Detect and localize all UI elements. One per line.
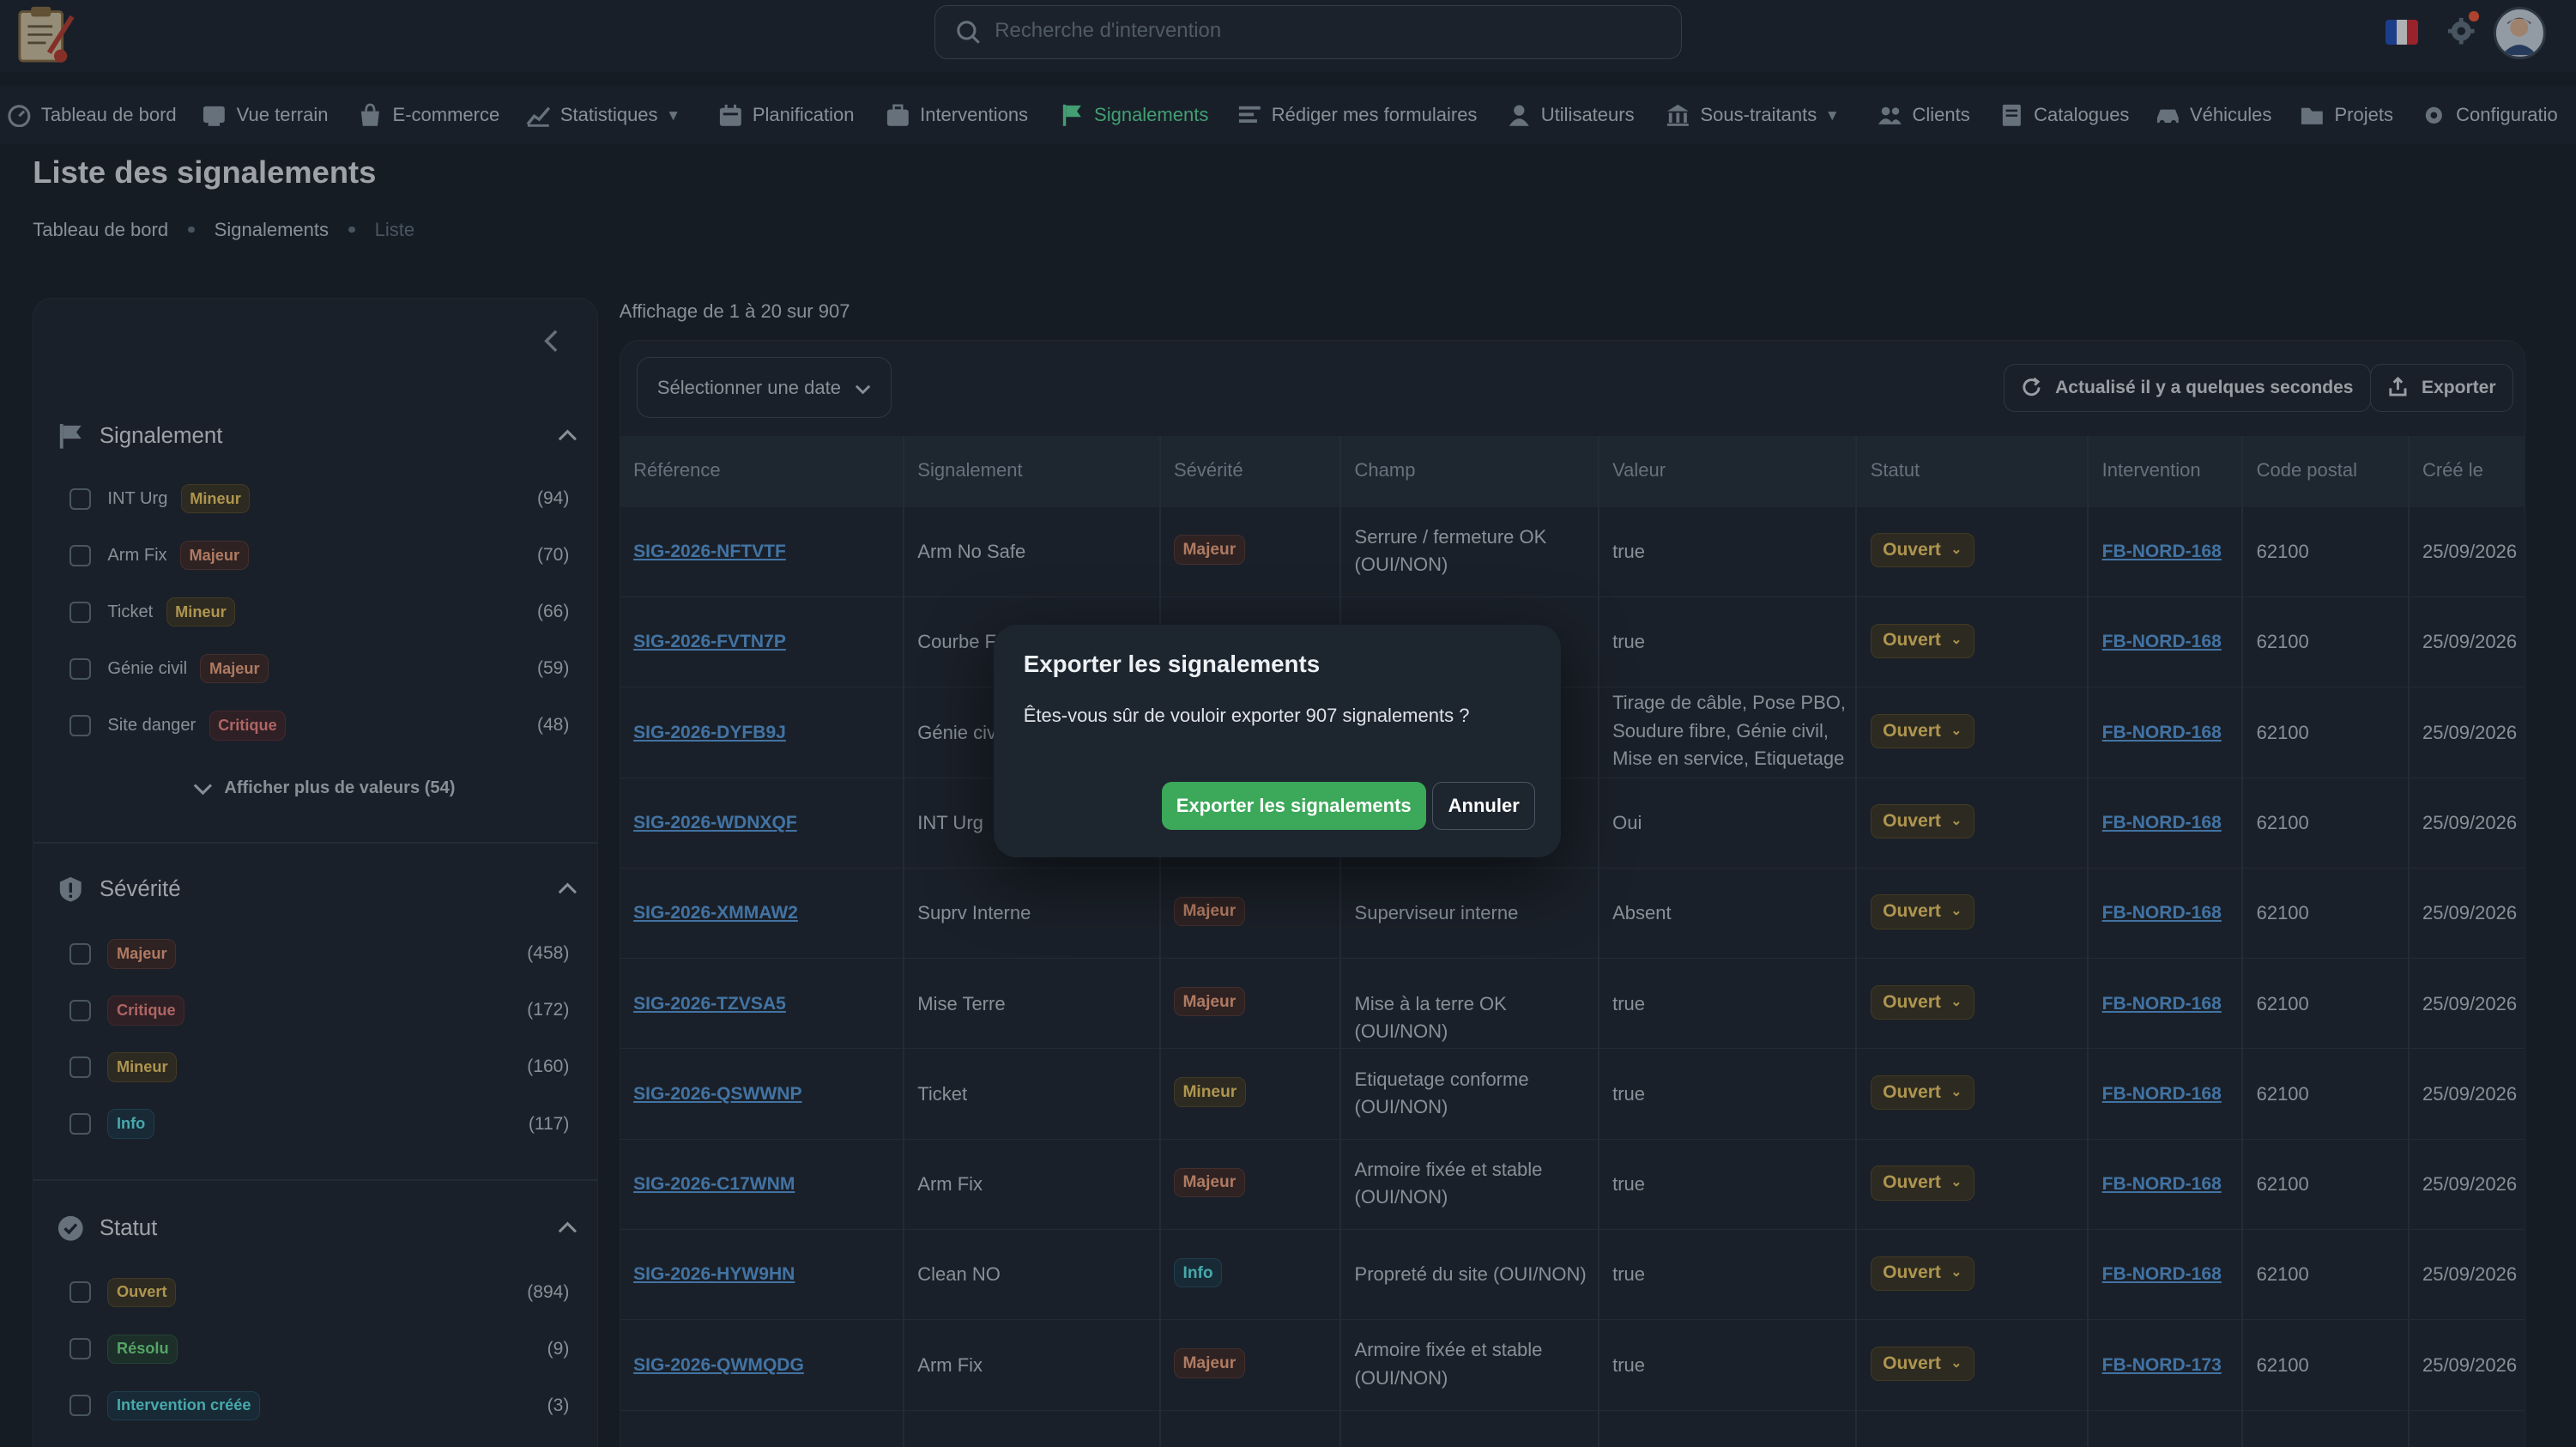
dialog-title: Exporter les signalements — [1023, 651, 1321, 678]
export-confirm-dialog: Exporter les signalements Êtes-vous sûr … — [994, 624, 1561, 858]
cancel-button[interactable]: Annuler — [1432, 782, 1535, 830]
confirm-export-button[interactable]: Exporter les signalements — [1161, 782, 1426, 830]
dialog-message: Êtes-vous sûr de vouloir exporter 907 si… — [1023, 705, 1470, 727]
